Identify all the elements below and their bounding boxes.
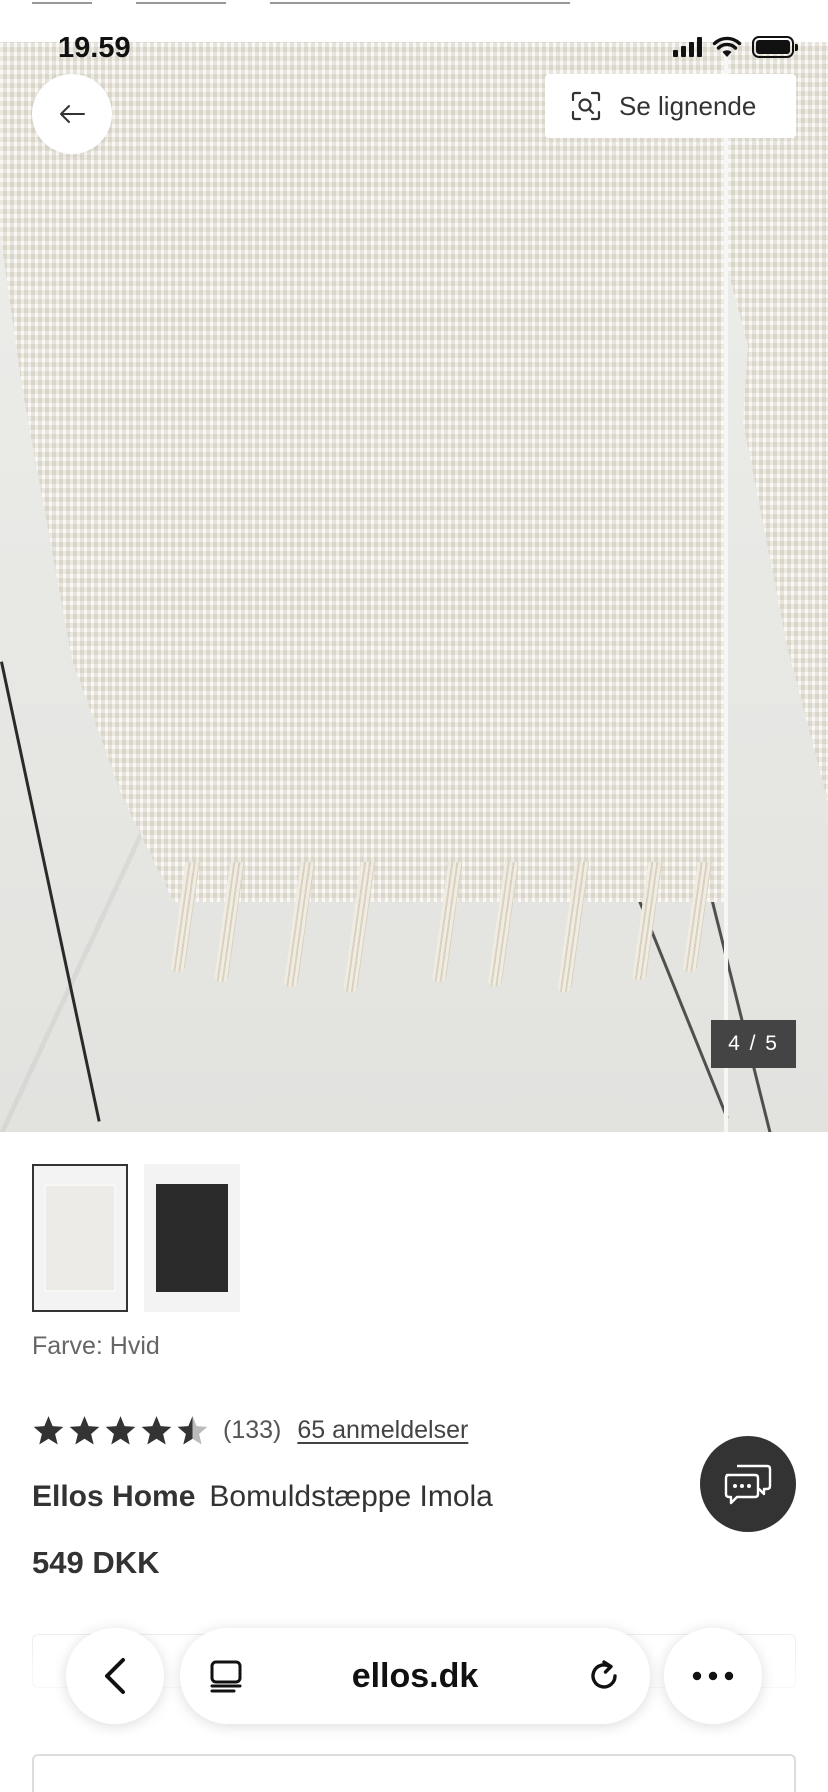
- rating-count: (133): [223, 1416, 282, 1444]
- product-image[interactable]: [0, 42, 828, 1132]
- back-button[interactable]: [32, 74, 112, 154]
- cellular-signal-icon: [673, 37, 702, 57]
- thumbnail-black[interactable]: [144, 1164, 240, 1312]
- star-icon: [141, 1416, 172, 1445]
- see-similar-label: Se lignende: [619, 90, 757, 121]
- rug-swatch-black: [156, 1184, 228, 1292]
- chevron-left-icon: [105, 1658, 125, 1694]
- more-options-button[interactable]: [664, 1628, 762, 1724]
- product-name: Bomuldstæppe Imola: [209, 1480, 493, 1513]
- image-counter: 4 / 5: [711, 1020, 796, 1068]
- reader-tabs-icon: [210, 1660, 242, 1693]
- reload-icon[interactable]: [586, 1658, 622, 1694]
- battery-icon: [752, 36, 798, 58]
- rating: (133) 65 anmeldelser: [32, 1414, 468, 1447]
- ellipsis-icon: [692, 1671, 734, 1681]
- image-divider: [724, 42, 728, 1132]
- see-similar-button[interactable]: Se lignende: [545, 74, 796, 138]
- half-star-icon: [177, 1416, 208, 1445]
- chat-button[interactable]: [700, 1436, 796, 1532]
- visual-search-icon: [571, 91, 601, 121]
- rug-swatch-white: [44, 1184, 116, 1292]
- star-icon: [69, 1416, 100, 1445]
- status-time: 19.59: [58, 32, 131, 64]
- product-price: 549 DKK: [32, 1545, 160, 1580]
- url-text: ellos.dk: [351, 1656, 479, 1695]
- chat-icon: [724, 1464, 772, 1505]
- size-select-box[interactable]: [32, 1754, 796, 1792]
- status-icons: [673, 36, 798, 58]
- star-icon: [105, 1416, 136, 1445]
- reviews-link[interactable]: 65 anmeldelser: [297, 1416, 468, 1445]
- thumbnail-white[interactable]: [32, 1164, 128, 1312]
- selected-color: Farve: Hvid: [32, 1332, 160, 1360]
- address-bar[interactable]: ellos.dk: [180, 1628, 650, 1724]
- rating-stars: [32, 1414, 209, 1447]
- color-thumbnails: [32, 1164, 240, 1312]
- browser-back-button[interactable]: [66, 1628, 164, 1724]
- product-title: Ellos Home Bomuldstæppe Imola: [32, 1480, 493, 1514]
- product-brand[interactable]: Ellos Home: [32, 1480, 195, 1513]
- arrow-left-icon: [60, 105, 85, 123]
- star-icon: [33, 1416, 64, 1445]
- wifi-icon: [712, 36, 742, 57]
